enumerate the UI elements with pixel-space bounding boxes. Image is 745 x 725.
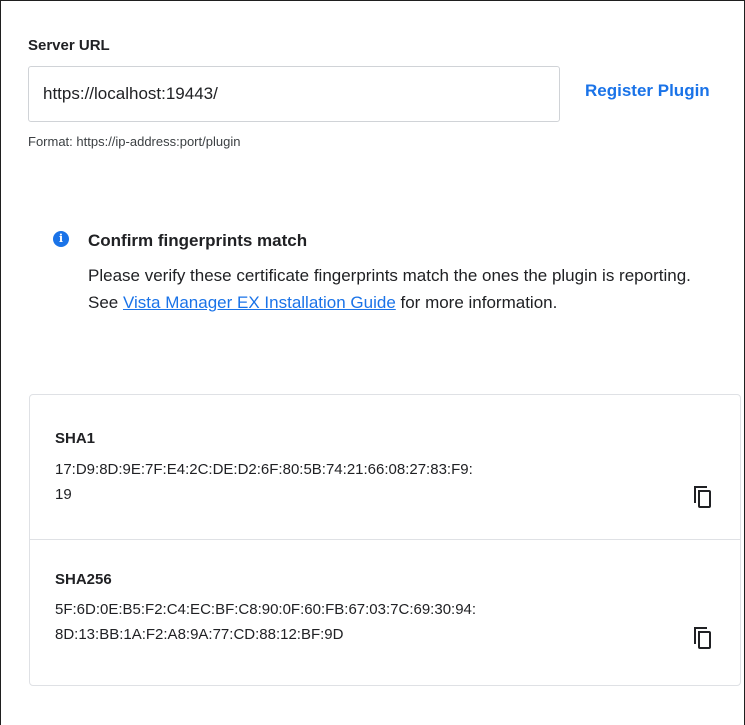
copy-icon [694,627,711,649]
dialog-frame: Server URL Register Plugin Format: https… [0,0,745,725]
info-icon: i [53,231,69,247]
server-url-input[interactable] [28,66,560,122]
notice-text-after: for more information. [395,293,558,312]
fingerprint-card: SHA1 17:D9:8D:9E:7F:E4:2C:DE:D2:6F:80:5B… [29,394,741,686]
copy-icon [694,486,711,508]
server-url-label: Server URL [28,37,110,54]
copy-sha1-button[interactable] [690,485,712,509]
fingerprint-row-sha256: SHA256 5F:6D:0E:B5:F2:C4:EC:BF:C8:90:0F:… [30,540,740,686]
fingerprint-value-line: 8D:13:BB:1A:F2:A8:9A:77:CD:88:12:BF:9D [55,626,344,643]
fingerprint-value: 5F:6D:0E:B5:F2:C4:EC:BF:C8:90:0F:60:FB:6… [55,597,645,647]
copy-sha256-button[interactable] [690,626,712,650]
notice-text: Please verify these certificate fingerpr… [88,262,708,316]
installation-guide-link[interactable]: Vista Manager EX Installation Guide [123,293,396,312]
register-plugin-button[interactable]: Register Plugin [585,81,710,101]
fingerprint-name: SHA1 [55,430,96,447]
fingerprint-value: 17:D9:8D:9E:7F:E4:2C:DE:D2:6F:80:5B:74:2… [55,457,645,507]
fingerprint-value-line: 19 [55,486,72,503]
fingerprint-value-line: 5F:6D:0E:B5:F2:C4:EC:BF:C8:90:0F:60:FB:6… [55,601,477,618]
fingerprint-value-line: 17:D9:8D:9E:7F:E4:2C:DE:D2:6F:80:5B:74:2… [55,461,473,478]
fingerprint-row-sha1: SHA1 17:D9:8D:9E:7F:E4:2C:DE:D2:6F:80:5B… [30,395,740,540]
format-hint: Format: https://ip-address:port/plugin [28,134,241,149]
notice-title: Confirm fingerprints match [88,231,308,250]
fingerprint-name: SHA256 [55,571,112,588]
